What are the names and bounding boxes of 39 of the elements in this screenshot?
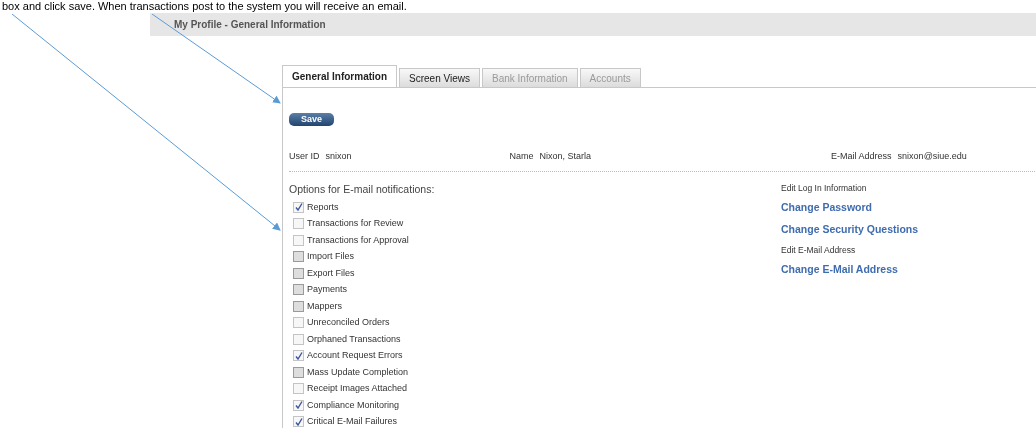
option-label: Payments [307,283,348,296]
page-title: My Profile - General Information [174,18,326,32]
checkbox[interactable] [293,416,304,428]
option-label: Receipt Images Attached [307,382,408,395]
option-label: Reports [307,200,339,214]
option-label: Critical E-Mail Failures [307,415,397,428]
section-title: Options for E-mail notifications: [289,182,436,196]
option-label: Compliance Monitoring [307,398,400,412]
checkbox[interactable] [293,317,304,329]
checkbox[interactable] [293,333,304,345]
checkbox[interactable] [293,399,304,411]
option-label: Orphaned Transactions [307,332,401,346]
tab[interactable]: Screen Views [399,68,480,87]
instruction-text: box and click save. When transactions post to the system you will receive an email. [2,0,407,13]
option-label: Transactions for Approval [307,233,409,247]
option-label: Unreconciled Orders [307,316,390,329]
link[interactable]: Change Password [781,200,919,222]
save-button[interactable]: Save [289,113,335,126]
tab[interactable]: General Information [282,65,397,87]
option-label: Import Files [307,250,354,263]
link[interactable]: Change E-Mail Address [781,262,919,284]
option-label: Export Files [307,266,355,280]
option-label: Account Request Errors [307,349,403,362]
checkbox[interactable] [293,234,304,246]
user-info-text: E-Mail Address snixon@siue.edu [831,150,967,164]
checkbox[interactable] [293,201,304,213]
section-heading: Edit Log In Information [781,182,868,195]
section-heading: Edit E-Mail Address [781,244,857,257]
option-label: Transactions for Review [307,217,404,230]
checkbox[interactable] [293,218,304,230]
checkmark-icon [294,351,303,360]
checkmark-icon [294,203,303,212]
option-label: Mass Update Completion [307,365,409,379]
checkbox[interactable] [293,383,304,395]
link[interactable]: Change Security Questions [781,222,919,244]
user-info-text: Name Nixon, Starla [509,150,592,164]
checkbox[interactable] [293,350,304,362]
option-label: Mappers [307,299,342,313]
user-info-text: User ID snixon [289,150,352,164]
